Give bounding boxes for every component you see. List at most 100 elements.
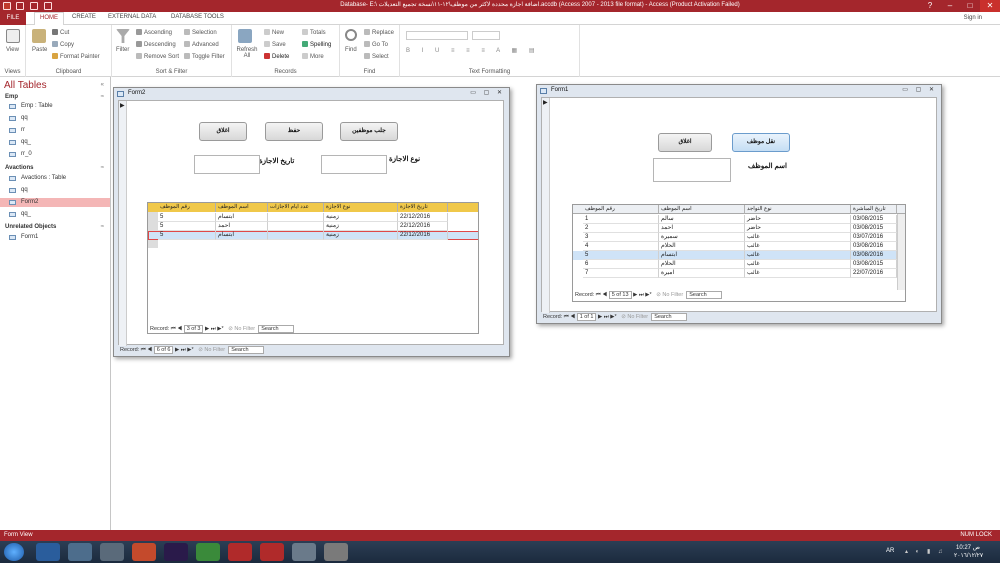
table-cell[interactable]: 2: [583, 224, 659, 233]
cut-button[interactable]: Cut: [52, 29, 69, 36]
find-button[interactable]: Find: [345, 47, 357, 53]
sign-in-link[interactable]: Sign in: [964, 15, 982, 21]
new-record-button[interactable]: New: [264, 29, 284, 36]
advanced-button[interactable]: Advanced: [184, 41, 219, 48]
column-header[interactable]: تاريخ الاجازة: [398, 203, 448, 212]
delete-button[interactable]: Delete: [264, 53, 289, 60]
undo-quick-icon[interactable]: [30, 2, 38, 10]
table-cell[interactable]: ابتسام: [216, 231, 268, 240]
ascending-button[interactable]: Ascending: [136, 29, 172, 36]
column-header[interactable]: رقم الموظف: [158, 203, 216, 212]
leave-date-input[interactable]: [194, 155, 260, 174]
selection-button[interactable]: Selection: [184, 29, 217, 36]
tab-file[interactable]: FILE: [0, 12, 26, 25]
table-cell[interactable]: احمد: [216, 222, 268, 231]
close-form-button[interactable]: اغلاق: [658, 133, 712, 152]
spelling-button[interactable]: Spelling: [302, 41, 331, 48]
help-button[interactable]: ?: [920, 0, 940, 12]
view-button[interactable]: View: [6, 47, 19, 53]
table-cell[interactable]: سميرة: [659, 233, 745, 242]
nav-item[interactable]: qq_: [9, 210, 109, 219]
table-cell[interactable]: 6: [583, 260, 659, 269]
table-cell[interactable]: زمنية: [324, 213, 398, 222]
table-cell[interactable]: 22/12/2016: [398, 222, 448, 231]
save-button[interactable]: حفظ: [265, 122, 323, 141]
powerpoint-icon[interactable]: [132, 543, 156, 561]
table-cell[interactable]: الحلام: [659, 242, 745, 251]
maximize-button[interactable]: □: [960, 0, 980, 12]
tab-database-tools[interactable]: DATABASE TOOLS: [171, 14, 224, 20]
table-cell[interactable]: غائب: [745, 269, 851, 278]
group-collapse-icon[interactable]: ≈: [101, 94, 104, 100]
clock-time[interactable]: 10:27 ص: [956, 544, 980, 551]
filter-button[interactable]: Filter: [116, 47, 129, 53]
table-cell[interactable]: سالم: [659, 215, 745, 224]
descending-button[interactable]: Descending: [136, 41, 176, 48]
table-cell[interactable]: 5: [158, 222, 216, 231]
table-cell[interactable]: ابتسام: [659, 251, 745, 260]
nav-item[interactable]: Form1: [9, 233, 109, 242]
table-cell[interactable]: 22/12/2016: [398, 231, 448, 240]
table-cell[interactable]: 4: [583, 242, 659, 251]
select-button[interactable]: Select: [364, 53, 389, 60]
nav-item[interactable]: rr: [9, 126, 109, 135]
column-header[interactable]: نوع التواجد: [745, 205, 851, 214]
tray-icons[interactable]: ▴ ◐ ▮ ♫: [905, 548, 945, 555]
formatting-buttons[interactable]: B I U ≡ ≡ ≡ A ▦ ▤: [406, 47, 576, 56]
redo-quick-icon[interactable]: [44, 2, 52, 10]
nav-item[interactable]: qq: [9, 114, 109, 123]
table-cell[interactable]: 7: [583, 269, 659, 278]
nav-item[interactable]: qq: [9, 186, 109, 195]
table-cell[interactable]: زمنية: [324, 231, 398, 240]
column-header[interactable]: نوع الاجازة: [324, 203, 398, 212]
table-cell[interactable]: زمنية: [324, 222, 398, 231]
table-cell[interactable]: 5: [158, 213, 216, 222]
form1-window-buttons[interactable]: ▭ ▢ ✕: [902, 86, 937, 93]
nav-item[interactable]: qq_: [9, 138, 109, 147]
subform-record-nav[interactable]: Record: ⏮ ◀ 5 of 13 ▶ ⏭ ▶* ⊘ No Filter S…: [575, 291, 723, 300]
font-size-select[interactable]: [472, 31, 500, 40]
nav-item-selected[interactable]: Form2: [0, 198, 110, 207]
replace-button[interactable]: Replace: [364, 29, 394, 36]
start-button-icon[interactable]: [4, 543, 24, 561]
table-cell[interactable]: 5: [583, 251, 659, 260]
goto-button[interactable]: Go To: [364, 41, 388, 48]
row-selectors[interactable]: [148, 212, 158, 248]
clock-date[interactable]: ٢٠١٦/١٢/٢٧: [954, 552, 983, 559]
internet-explorer-icon[interactable]: [36, 543, 60, 561]
toggle-filter-button[interactable]: Toggle Filter: [184, 53, 225, 60]
table-cell[interactable]: 22/07/2016: [851, 269, 897, 278]
table-cell[interactable]: [268, 231, 324, 240]
remove-sort-button[interactable]: Remove Sort: [136, 53, 179, 60]
table-cell[interactable]: 03/08/2016: [851, 251, 897, 260]
column-header[interactable]: تاريخ المباشرة: [851, 205, 897, 214]
record-selector[interactable]: ▶: [119, 101, 127, 346]
app-icon[interactable]: [324, 543, 348, 561]
font-name-select[interactable]: [406, 31, 468, 40]
column-header[interactable]: اسم الموظف: [659, 205, 745, 214]
save-quick-icon[interactable]: [16, 2, 24, 10]
format-painter-button[interactable]: Format Painter: [52, 53, 100, 60]
minimize-button[interactable]: –: [940, 0, 960, 12]
close-button[interactable]: ✕: [980, 0, 1000, 12]
subform-record-nav[interactable]: Record: ⏮ ◀ 3 of 3 ▶ ⏭ ▶* ⊘ No Filter Se…: [150, 325, 295, 333]
move-employee-button[interactable]: نقل موظف: [732, 133, 790, 152]
fetch-employees-button[interactable]: جلب موظفين: [340, 122, 398, 141]
form-record-nav[interactable]: Record: ⏮ ◀ 1 of 1 ▶ ⏭ ▶* ⊘ No Filter Se…: [543, 313, 688, 322]
after-effects-icon[interactable]: [164, 543, 188, 561]
table-cell[interactable]: [268, 222, 324, 231]
table-cell[interactable]: 5: [158, 231, 216, 240]
table-cell[interactable]: 1: [583, 215, 659, 224]
table-cell[interactable]: احمد: [659, 224, 745, 233]
language-indicator[interactable]: AR: [886, 548, 894, 554]
grid-scrollbar[interactable]: [897, 214, 905, 290]
form-record-nav[interactable]: Record: ⏮ ◀ 6 of 6 ▶ ⏭ ▶* ⊘ No Filter Se…: [120, 346, 265, 355]
table-cell[interactable]: 03/07/2016: [851, 233, 897, 242]
totals-button[interactable]: Totals: [302, 29, 326, 36]
chrome-icon[interactable]: [196, 543, 220, 561]
media-player-icon[interactable]: [68, 543, 92, 561]
nav-group-emp[interactable]: Emp: [5, 94, 18, 100]
nav-title[interactable]: All Tables: [4, 80, 47, 91]
file-explorer-icon[interactable]: [100, 543, 124, 561]
table-cell[interactable]: 03/08/2015: [851, 224, 897, 233]
